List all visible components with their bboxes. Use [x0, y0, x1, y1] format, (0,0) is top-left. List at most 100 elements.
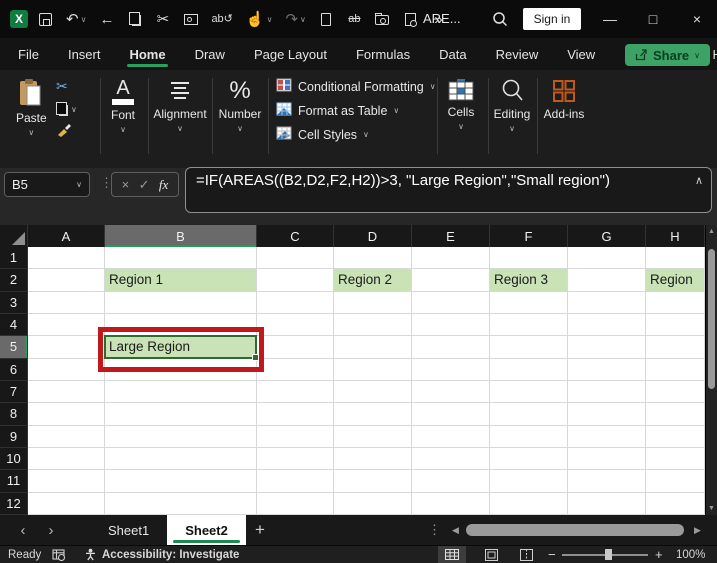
cell-styles-button[interactable]: Cell Styles∨	[276, 126, 436, 143]
sheet-tab-sheet1[interactable]: Sheet1	[90, 515, 167, 545]
column-header-E[interactable]: E	[412, 225, 490, 247]
camera-icon[interactable]	[375, 13, 390, 25]
cell-G5[interactable]	[568, 336, 646, 358]
cell-H9[interactable]	[646, 426, 705, 448]
cell-A7[interactable]	[28, 381, 105, 403]
cell-H2[interactable]: Region	[646, 269, 705, 291]
row-header-7[interactable]: 7	[0, 381, 28, 403]
normal-view-button[interactable]	[438, 546, 466, 563]
cell-F1[interactable]	[490, 247, 568, 269]
row-header-3[interactable]: 3	[0, 292, 28, 314]
insert-function-icon[interactable]: fx	[159, 177, 168, 193]
number-button[interactable]: % Number ∨	[214, 78, 266, 133]
formula-input[interactable]: =IF(AREAS((B2,D2,F2,H2))>3, "Large Regio…	[185, 167, 712, 213]
scroll-up-icon[interactable]: ▲	[706, 228, 717, 235]
cancel-icon[interactable]: ×	[122, 177, 130, 192]
zoom-slider-thumb[interactable]	[605, 549, 612, 560]
cell-H5[interactable]	[646, 336, 705, 358]
cell-G10[interactable]	[568, 448, 646, 470]
cell-E10[interactable]	[412, 448, 490, 470]
name-box[interactable]: B5 ∨	[4, 172, 90, 197]
sheet-tab-sheet2[interactable]: Sheet2	[167, 515, 246, 545]
cell-H1[interactable]	[646, 247, 705, 269]
row-header-8[interactable]: 8	[0, 403, 28, 425]
cell-E1[interactable]	[412, 247, 490, 269]
cell-F4[interactable]	[490, 314, 568, 336]
cell-F9[interactable]	[490, 426, 568, 448]
tab-review[interactable]: Review	[494, 40, 541, 69]
scroll-down-icon[interactable]: ▼	[706, 505, 717, 512]
column-header-D[interactable]: D	[334, 225, 412, 247]
cell-D10[interactable]	[334, 448, 412, 470]
cell-E7[interactable]	[412, 381, 490, 403]
cell-E9[interactable]	[412, 426, 490, 448]
cell-D9[interactable]	[334, 426, 412, 448]
row-header-10[interactable]: 10	[0, 448, 28, 470]
row-header-12[interactable]: 12	[0, 493, 28, 515]
column-header-H[interactable]: H	[646, 225, 705, 247]
next-sheet-button[interactable]: ›	[40, 515, 62, 545]
tab-file[interactable]: File	[16, 40, 41, 69]
cell-B2[interactable]: Region 1	[105, 269, 257, 291]
row-header-4[interactable]: 4	[0, 314, 28, 336]
cell-E6[interactable]	[412, 359, 490, 381]
cell-C9[interactable]	[257, 426, 334, 448]
paste-button[interactable]: Paste ∨	[16, 78, 47, 137]
cell-F11[interactable]	[490, 470, 568, 492]
find-replace-icon[interactable]: ab↺	[211, 14, 232, 25]
scroll-left-icon[interactable]: ◀	[452, 515, 459, 545]
maximize-button[interactable]: □	[636, 0, 670, 38]
cell-G7[interactable]	[568, 381, 646, 403]
picture-paste-icon[interactable]	[183, 14, 198, 25]
cell-A10[interactable]	[28, 448, 105, 470]
tab-insert[interactable]: Insert	[66, 40, 103, 69]
scroll-right-icon[interactable]: ▶	[694, 515, 701, 545]
cell-E12[interactable]	[412, 493, 490, 515]
cell-A8[interactable]	[28, 403, 105, 425]
cell-A5[interactable]	[28, 336, 105, 358]
redo-icon[interactable]: ↷∨	[285, 12, 305, 27]
cell-F10[interactable]	[490, 448, 568, 470]
cell-E11[interactable]	[412, 470, 490, 492]
cell-F12[interactable]	[490, 493, 568, 515]
cell-C5[interactable]	[257, 336, 334, 358]
cell-F7[interactable]	[490, 381, 568, 403]
tab-data[interactable]: Data	[437, 40, 468, 69]
cell-E4[interactable]	[412, 314, 490, 336]
scrollbar-resize-handle[interactable]: ⋮	[428, 515, 441, 545]
cell-F6[interactable]	[490, 359, 568, 381]
vertical-scrollbar-thumb[interactable]	[708, 249, 715, 389]
cell-C6[interactable]	[257, 359, 334, 381]
cell-G9[interactable]	[568, 426, 646, 448]
row-header-9[interactable]: 9	[0, 426, 28, 448]
cell-B12[interactable]	[105, 493, 257, 515]
minimize-button[interactable]: —	[593, 0, 627, 38]
cell-D3[interactable]	[334, 292, 412, 314]
cell-H10[interactable]	[646, 448, 705, 470]
cell-D11[interactable]	[334, 470, 412, 492]
cut-button[interactable]: ✂	[56, 78, 68, 95]
editing-button[interactable]: Editing ∨	[488, 78, 536, 133]
cell-C7[interactable]	[257, 381, 334, 403]
tab-draw[interactable]: Draw	[193, 40, 227, 69]
sign-in-button[interactable]: Sign in	[523, 8, 581, 30]
cell-A6[interactable]	[28, 359, 105, 381]
tab-formulas[interactable]: Formulas	[354, 40, 412, 69]
cell-D12[interactable]	[334, 493, 412, 515]
row-header-11[interactable]: 11	[0, 470, 28, 492]
close-button[interactable]: ×	[680, 0, 714, 38]
cell-B10[interactable]	[105, 448, 257, 470]
zoom-out-button[interactable]: −	[548, 546, 556, 563]
cell-B9[interactable]	[105, 426, 257, 448]
cell-A9[interactable]	[28, 426, 105, 448]
row-header-5[interactable]: 5	[0, 336, 28, 358]
strikethrough-icon[interactable]: ab	[347, 14, 362, 25]
fill-handle[interactable]	[252, 354, 259, 361]
cell-D5[interactable]	[334, 336, 412, 358]
cell-B7[interactable]	[105, 381, 257, 403]
cell-G12[interactable]	[568, 493, 646, 515]
cell-E8[interactable]	[412, 403, 490, 425]
cell-B5[interactable]: Large Region	[105, 336, 257, 358]
column-header-G[interactable]: G	[568, 225, 646, 247]
cell-F5[interactable]	[490, 336, 568, 358]
